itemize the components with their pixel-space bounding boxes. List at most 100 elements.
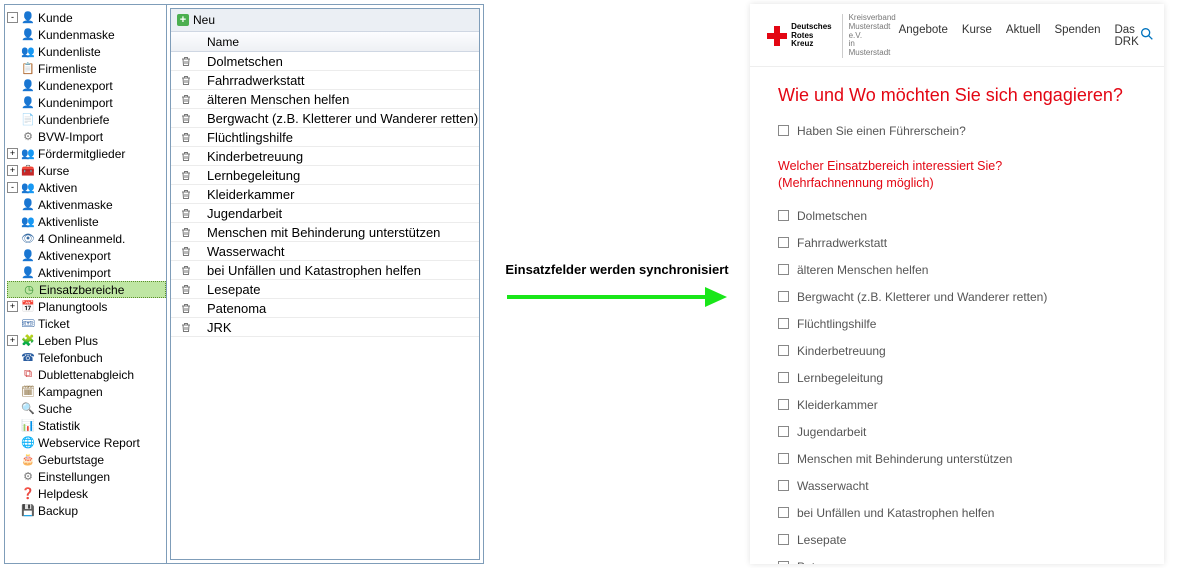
tree-item-statistik[interactable]: 📊Statistik bbox=[7, 417, 166, 434]
trash-icon[interactable] bbox=[171, 283, 201, 296]
check-item[interactable]: Menschen mit Behinderung unterstützen bbox=[778, 452, 1136, 466]
nav-kurse[interactable]: Kurse bbox=[962, 24, 992, 48]
nav-das-drk[interactable]: Das DRK bbox=[1114, 24, 1138, 48]
checkbox-icon[interactable] bbox=[778, 318, 789, 329]
table-row[interactable]: Kleiderkammer bbox=[171, 185, 479, 204]
check-item[interactable]: älteren Menschen helfen bbox=[778, 263, 1136, 277]
trash-icon[interactable] bbox=[171, 112, 201, 125]
tree-item-suche[interactable]: 🔍Suche bbox=[7, 400, 166, 417]
tree-item-geburtstage[interactable]: 🎂Geburtstage bbox=[7, 451, 166, 468]
tree-item-bvw[interactable]: ⚙BVW-Import bbox=[7, 128, 166, 145]
tree-item-backup[interactable]: 💾Backup bbox=[7, 502, 166, 519]
tree-item-ticket[interactable]: 🎟Ticket bbox=[7, 315, 166, 332]
table-row[interactable]: Bergwacht (z.B. Kletterer und Wanderer r… bbox=[171, 109, 479, 128]
plus-icon[interactable]: + bbox=[177, 14, 189, 26]
tree-item-kampagnen[interactable]: 🗓Kampagnen bbox=[7, 383, 166, 400]
table-row[interactable]: Dolmetschen bbox=[171, 52, 479, 71]
check-item[interactable]: Patenoma bbox=[778, 560, 1136, 564]
check-item[interactable]: Fahrradwerkstatt bbox=[778, 236, 1136, 250]
check-item[interactable]: Dolmetschen bbox=[778, 209, 1136, 223]
nav-aktuell[interactable]: Aktuell bbox=[1006, 24, 1041, 48]
check-item[interactable]: Kleiderkammer bbox=[778, 398, 1136, 412]
trash-icon[interactable] bbox=[171, 321, 201, 334]
new-button-label[interactable]: Neu bbox=[193, 13, 215, 27]
checkbox-icon[interactable] bbox=[778, 125, 789, 136]
checkbox-icon[interactable] bbox=[778, 453, 789, 464]
checkbox-icon[interactable] bbox=[778, 237, 789, 248]
tree-item-lebenplus[interactable]: +🧩Leben Plus bbox=[7, 332, 166, 349]
checkbox-icon[interactable] bbox=[778, 291, 789, 302]
search-icon[interactable] bbox=[1139, 26, 1155, 45]
expand-icon[interactable]: + bbox=[7, 335, 18, 346]
trash-icon[interactable] bbox=[171, 264, 201, 277]
checkbox-icon[interactable] bbox=[778, 426, 789, 437]
table-row[interactable]: Jugendarbeit bbox=[171, 204, 479, 223]
grid-col-name[interactable]: Name bbox=[201, 35, 479, 49]
nav-spenden[interactable]: Spenden bbox=[1054, 24, 1100, 48]
check-item[interactable]: Kinderbetreuung bbox=[778, 344, 1136, 358]
tree-item-aktivenexport[interactable]: 👤Aktivenexport bbox=[7, 247, 166, 264]
checkbox-icon[interactable] bbox=[778, 480, 789, 491]
tree-item-helpdesk[interactable]: ❓Helpdesk bbox=[7, 485, 166, 502]
table-row[interactable]: Lernbegeleitung bbox=[171, 166, 479, 185]
table-row[interactable]: Flüchtlingshilfe bbox=[171, 128, 479, 147]
checkbox-icon[interactable] bbox=[778, 345, 789, 356]
expand-icon[interactable]: + bbox=[7, 148, 18, 159]
tree-item-einsatzbereiche[interactable]: ◷Einsatzbereiche bbox=[7, 281, 166, 298]
tree-item-telefonbuch[interactable]: ☎Telefonbuch bbox=[7, 349, 166, 366]
checkbox-icon[interactable] bbox=[778, 372, 789, 383]
trash-icon[interactable] bbox=[171, 245, 201, 258]
tree-item-aktivenmaske[interactable]: 👤Aktivenmaske bbox=[7, 196, 166, 213]
table-row[interactable]: JRK bbox=[171, 318, 479, 337]
tree-item-kundenliste[interactable]: 👥Kundenliste bbox=[7, 43, 166, 60]
check-item[interactable]: Jugendarbeit bbox=[778, 425, 1136, 439]
trash-icon[interactable] bbox=[171, 93, 201, 106]
checkbox-icon[interactable] bbox=[778, 264, 789, 275]
tree-item-kundenmaske[interactable]: 👤Kundenmaske bbox=[7, 26, 166, 43]
trash-icon[interactable] bbox=[171, 74, 201, 87]
checkbox-icon[interactable] bbox=[778, 210, 789, 221]
tree-item-kundenexport[interactable]: 👤Kundenexport bbox=[7, 77, 166, 94]
trash-icon[interactable] bbox=[171, 302, 201, 315]
table-row[interactable]: Fahrradwerkstatt bbox=[171, 71, 479, 90]
tree-item-webservice[interactable]: 🌐Webservice Report bbox=[7, 434, 166, 451]
tree-item-kurse[interactable]: +🧰Kurse bbox=[7, 162, 166, 179]
check-item[interactable]: Lesepate bbox=[778, 533, 1136, 547]
check-item[interactable]: Lernbegeleitung bbox=[778, 371, 1136, 385]
expand-icon[interactable]: + bbox=[7, 165, 18, 176]
table-row[interactable]: Kinderbetreuung bbox=[171, 147, 479, 166]
nav-angebote[interactable]: Angebote bbox=[899, 24, 948, 48]
collapse-icon[interactable]: - bbox=[7, 182, 18, 193]
tree-item-kunde[interactable]: -👤Kunde bbox=[7, 9, 166, 26]
collapse-icon[interactable]: - bbox=[7, 12, 18, 23]
tree-item-aktiven[interactable]: -👥Aktiven bbox=[7, 179, 166, 196]
tree-item-planung[interactable]: +📅Planungtools bbox=[7, 298, 166, 315]
table-row[interactable]: Lesepate bbox=[171, 280, 479, 299]
table-row[interactable]: bei Unfällen und Katastrophen helfen bbox=[171, 261, 479, 280]
table-row[interactable]: Patenoma bbox=[171, 299, 479, 318]
tree-item-kundenbriefe[interactable]: 📄Kundenbriefe bbox=[7, 111, 166, 128]
check-item[interactable]: Wasserwacht bbox=[778, 479, 1136, 493]
checkbox-icon[interactable] bbox=[778, 507, 789, 518]
tree-item-dubletten[interactable]: ⧉Dublettenabgleich bbox=[7, 366, 166, 383]
trash-icon[interactable] bbox=[171, 169, 201, 182]
check-item[interactable]: Bergwacht (z.B. Kletterer und Wanderer r… bbox=[778, 290, 1136, 304]
tree-item-foerder[interactable]: +👥Fördermitglieder bbox=[7, 145, 166, 162]
trash-icon[interactable] bbox=[171, 188, 201, 201]
expand-icon[interactable]: + bbox=[7, 301, 18, 312]
checkbox-icon[interactable] bbox=[778, 399, 789, 410]
checkbox-icon[interactable] bbox=[778, 534, 789, 545]
fuehrerschein-question[interactable]: Haben Sie einen Führerschein? bbox=[778, 124, 1136, 138]
trash-icon[interactable] bbox=[171, 55, 201, 68]
tree-item-aktivenliste[interactable]: 👥Aktivenliste bbox=[7, 213, 166, 230]
tree-item-firmenliste[interactable]: 📋Firmenliste bbox=[7, 60, 166, 77]
trash-icon[interactable] bbox=[171, 150, 201, 163]
tree-item-aktivenimport[interactable]: 👤Aktivenimport bbox=[7, 264, 166, 281]
check-item[interactable]: Flüchtlingshilfe bbox=[778, 317, 1136, 331]
table-row[interactable]: älteren Menschen helfen bbox=[171, 90, 479, 109]
check-item[interactable]: bei Unfällen und Katastrophen helfen bbox=[778, 506, 1136, 520]
table-row[interactable]: Menschen mit Behinderung unterstützen bbox=[171, 223, 479, 242]
tree-item-kundenimport[interactable]: 👤Kundenimport bbox=[7, 94, 166, 111]
trash-icon[interactable] bbox=[171, 207, 201, 220]
checkbox-icon[interactable] bbox=[778, 561, 789, 564]
